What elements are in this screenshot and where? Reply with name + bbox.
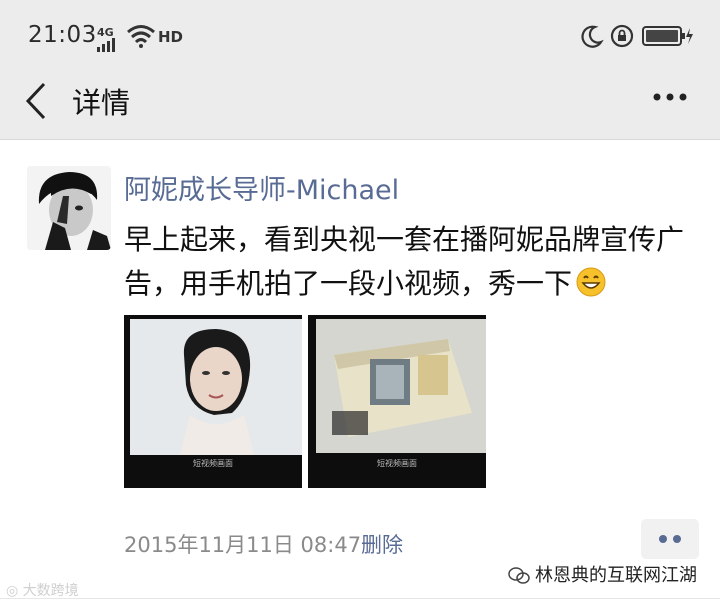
delete-link[interactable]: 删除: [361, 529, 403, 559]
back-chevron-icon[interactable]: [20, 78, 54, 124]
post-timestamp: 2015年11月11日 08:47: [124, 533, 362, 557]
nav-bar: 详情: [0, 72, 720, 140]
post-actions-button[interactable]: [641, 519, 699, 559]
moon-icon: [581, 25, 604, 48]
image-caption: 短视频画面: [377, 459, 417, 468]
watermark-right-text: 林恩典的互联网江湖: [535, 565, 697, 586]
status-bar: 21:03 4G HD: [0, 0, 720, 72]
watermark-right: 林恩典的互联网江湖: [508, 561, 697, 587]
author-name[interactable]: 阿妮成长导师-Michael: [124, 168, 399, 207]
post-text: 早上起来，看到央视一套在播阿妮品牌宣传广告，用手机拍了一段小视频，秀一下: [124, 218, 704, 306]
hd-indicator: HD: [158, 28, 184, 46]
signal-icon: [97, 38, 115, 52]
wechat-icon: [508, 567, 530, 584]
more-dots-icon[interactable]: [652, 92, 688, 102]
image-caption: 短视频画面: [193, 459, 233, 468]
post-image-1[interactable]: 短视频画面: [124, 315, 302, 488]
divider: [0, 598, 720, 599]
rotation-lock-icon: [610, 24, 634, 48]
wifi-icon: [127, 25, 155, 48]
watermark-left-text: 大数跨境: [22, 583, 79, 599]
comment-dots-icon: [659, 535, 681, 543]
clock-time: 21:03: [28, 22, 97, 48]
page-title: 详情: [72, 86, 131, 120]
watermark-left: ◎ 大数跨境: [6, 583, 79, 599]
grinning-face-emoji: [576, 267, 606, 297]
post-image-2[interactable]: 短视频画面: [308, 315, 486, 488]
avatar[interactable]: [27, 166, 111, 250]
battery-icon: [642, 26, 693, 46]
